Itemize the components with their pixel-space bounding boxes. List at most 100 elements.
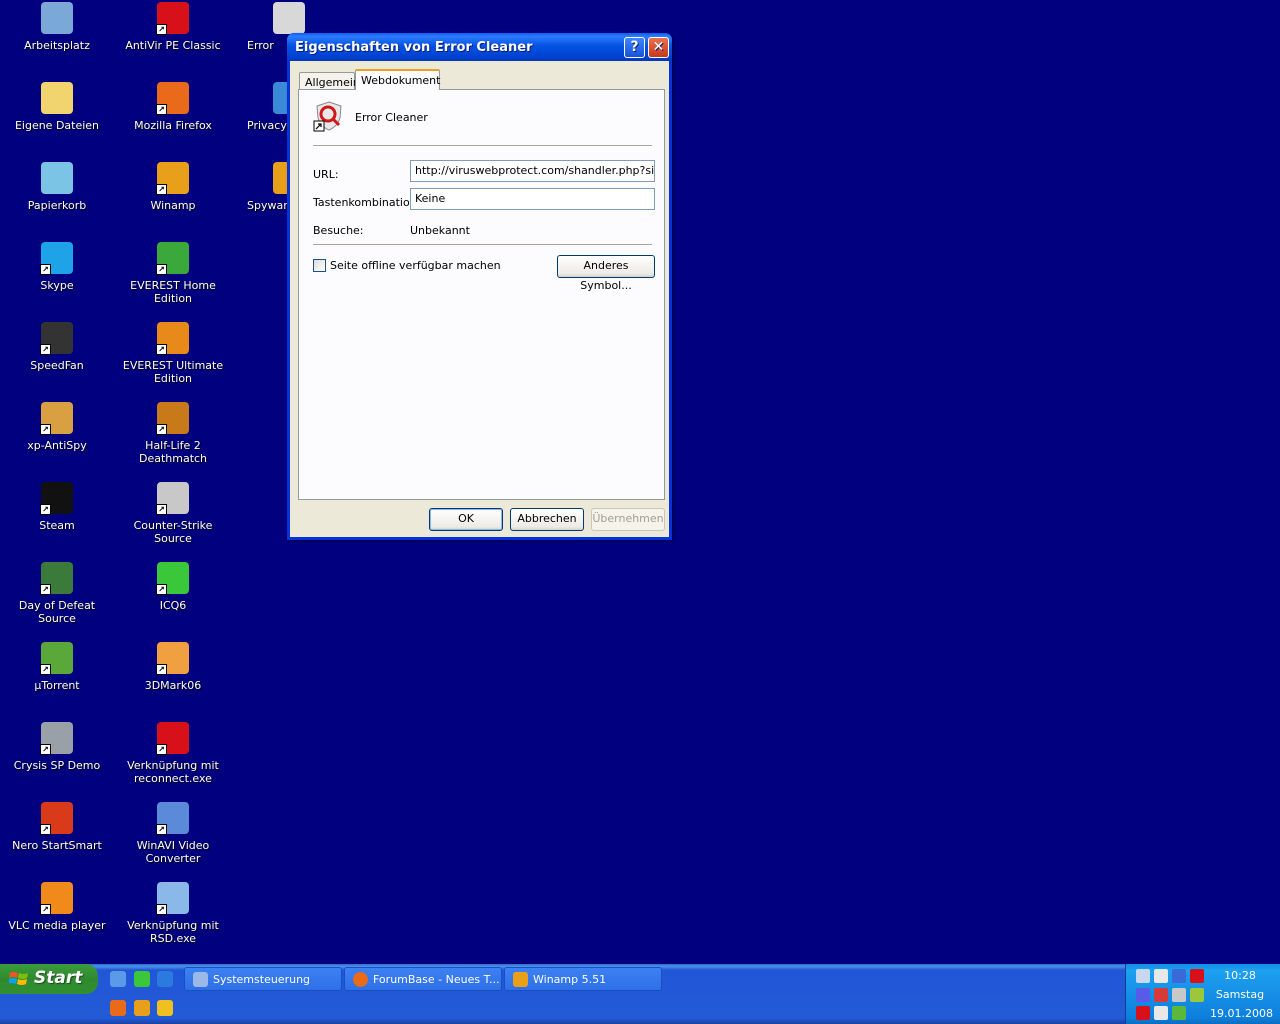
- desktop-shortcut-label: WinAVI Video Converter: [136, 839, 210, 865]
- rsd-icon: ↗: [156, 882, 189, 915]
- desktop-shortcut[interactable]: ↗ Nero StartSmart: [0, 802, 115, 852]
- steam-icon: ↗: [40, 482, 73, 515]
- quicklaunch-ie-icon[interactable]: [157, 971, 173, 987]
- desktop-shortcut[interactable]: ↗ Verknüpfung mit RSD.exe: [115, 882, 231, 945]
- offline-label[interactable]: Seite offline verfügbar machen: [330, 259, 501, 272]
- url-input[interactable]: http://viruswebprotect.com/shandler.php?…: [410, 160, 655, 182]
- shortcut-arrow-icon: ↗: [156, 24, 167, 35]
- desktop-shortcut-label: Half-Life 2 Deathmatch: [138, 439, 208, 465]
- desktop-shortcut[interactable]: ↗ Skype: [0, 242, 115, 292]
- change-icon-button[interactable]: Anderes Symbol...: [557, 255, 655, 292]
- desktop-shortcut[interactable]: ↗ ICQ6: [115, 562, 231, 612]
- zonealarm-icon[interactable]: [1154, 969, 1168, 983]
- help-button[interactable]: ?: [624, 37, 645, 58]
- apply-button[interactable]: Übernehmen: [591, 508, 665, 531]
- tab-webdokument[interactable]: Webdokument: [355, 69, 440, 90]
- desktop-shortcut[interactable]: Eigene Dateien: [0, 82, 115, 132]
- desktop-shortcut[interactable]: ↗ Winamp: [115, 162, 231, 212]
- antivir-tray-icon[interactable]: [1190, 969, 1204, 983]
- desktop-shortcut[interactable]: ↗ VLC media player: [0, 882, 115, 932]
- shortcut-arrow-icon: ↗: [156, 744, 167, 755]
- signal-icon[interactable]: [1136, 988, 1150, 1002]
- shortcut-arrow-icon: ↗: [40, 824, 51, 835]
- error-cleaner-icon: [273, 2, 305, 34]
- tab-allgemein[interactable]: Allgemein: [299, 72, 360, 89]
- desktop-shortcut-label: 3DMark06: [144, 679, 202, 692]
- desktop-shortcut-label: ICQ6: [159, 599, 187, 612]
- quicklaunch-desktop-icon[interactable]: [110, 971, 126, 987]
- v-tray-icon[interactable]: [1136, 1006, 1150, 1020]
- temperature-icon[interactable]: [1172, 969, 1186, 983]
- task-systemsteuerung[interactable]: Systemsteuerung: [184, 967, 342, 991]
- torrent-tray-icon[interactable]: [1172, 1006, 1186, 1020]
- firefox-icon: ↗: [156, 82, 189, 115]
- utorrent-icon: ↗: [40, 642, 73, 675]
- system-tray: 10:28 Samstag 19.01.2008: [1125, 964, 1280, 1024]
- task-forumbase[interactable]: ForumBase - Neues T...: [344, 967, 502, 991]
- steam-tray-icon[interactable]: [1154, 1006, 1168, 1020]
- url-label: URL:: [313, 168, 339, 181]
- speedfan-icon: ↗: [40, 322, 73, 355]
- quicklaunch-firefox-icon[interactable]: [110, 1000, 126, 1016]
- vlc-icon: ↗: [40, 882, 73, 915]
- desktop-shortcut-label: Mozilla Firefox: [134, 119, 212, 132]
- properties-dialog: Eigenschaften von Error Cleaner ? ✕ Allg…: [287, 33, 672, 540]
- desktop-shortcut-label: Skype: [40, 279, 74, 292]
- desktop-shortcut[interactable]: ↗ Mozilla Firefox: [115, 82, 231, 132]
- desktop-shortcut[interactable]: ↗ xp-AntiSpy: [0, 402, 115, 452]
- counter-strike-icon: ↗: [156, 482, 189, 515]
- desktop-shortcut-label: EVEREST Ultimate Edition: [122, 359, 224, 385]
- desktop-shortcut[interactable]: ↗ Counter-Strike Source: [115, 482, 231, 545]
- quicklaunch-media-icon[interactable]: [157, 1000, 173, 1016]
- desktop-shortcut[interactable]: ↗ Steam: [0, 482, 115, 532]
- computer-icon: [41, 2, 73, 34]
- desktop-shortcut[interactable]: ↗ Half-Life 2 Deathmatch: [115, 402, 231, 465]
- cancel-button[interactable]: Abbrechen: [510, 508, 584, 531]
- task-winamp[interactable]: Winamp 5.51: [504, 967, 662, 991]
- shortcut-arrow-icon: ↗: [40, 344, 51, 355]
- desktop-shortcut[interactable]: Papierkorb: [0, 162, 115, 212]
- taskbar: Start Systemsteuerung ForumBase - Neues …: [0, 964, 1280, 1024]
- desktop-shortcut-label: Error: [247, 39, 274, 52]
- desktop-shortcut[interactable]: ↗ Crysis SP Demo: [0, 722, 115, 772]
- shortcut-input[interactable]: Keine: [410, 188, 655, 210]
- close-button[interactable]: ✕: [648, 37, 669, 58]
- desktop-shortcut-label: Arbeitsplatz: [24, 39, 90, 52]
- quicklaunch-winamp-icon[interactable]: [134, 1000, 150, 1016]
- desktop-shortcut-label: Counter-Strike Source: [133, 519, 213, 545]
- desktop-shortcut[interactable]: ↗ SpeedFan: [0, 322, 115, 372]
- desktop-shortcut-label: Winamp: [150, 199, 196, 212]
- desktop-shortcut-label: EVEREST Home Edition: [130, 279, 216, 305]
- dialog-titlebar[interactable]: Eigenschaften von Error Cleaner ? ✕: [287, 33, 672, 61]
- start-button[interactable]: Start: [0, 964, 98, 994]
- desktop-shortcut[interactable]: ↗ AntiVir PE Classic: [115, 2, 231, 52]
- network-icon[interactable]: [1136, 969, 1150, 983]
- icq-icon: ↗: [156, 562, 189, 595]
- volume-icon[interactable]: [1172, 988, 1186, 1002]
- clock-day[interactable]: Samstag: [1210, 988, 1270, 1001]
- shortcut-arrow-icon: ↗: [156, 424, 167, 435]
- desktop-shortcut-label: Crysis SP Demo: [13, 759, 101, 772]
- desktop-shortcut[interactable]: ↗ 3DMark06: [115, 642, 231, 692]
- desktop-shortcut[interactable]: ↗ EVEREST Home Edition: [115, 242, 231, 305]
- documents-folder-icon: [41, 82, 73, 114]
- desktop-shortcut[interactable]: ↗ Day of Defeat Source: [0, 562, 115, 625]
- desktop-shortcut[interactable]: ↗ EVEREST Ultimate Edition: [115, 322, 231, 385]
- desktop-shortcut-label: AntiVir PE Classic: [125, 39, 221, 52]
- clock-date[interactable]: 19.01.2008: [1210, 1007, 1273, 1020]
- visits-label: Besuche:: [313, 224, 364, 237]
- desktop-shortcut-label: Verknüpfung mit reconnect.exe: [127, 759, 219, 785]
- shortcut-arrow-icon: ↗: [156, 904, 167, 915]
- ok-button[interactable]: OK: [429, 508, 503, 531]
- clock-time[interactable]: 10:28: [1210, 969, 1270, 982]
- desktop-shortcut[interactable]: Arbeitsplatz: [0, 2, 115, 52]
- security-tray-icon[interactable]: [1154, 988, 1168, 1002]
- desktop-shortcut[interactable]: ↗ Verknüpfung mit reconnect.exe: [115, 722, 231, 785]
- desktop-shortcut[interactable]: ↗ µTorrent: [0, 642, 115, 692]
- task-label: ForumBase - Neues T...: [373, 973, 500, 986]
- quicklaunch-icq-icon[interactable]: [134, 971, 150, 987]
- offline-checkbox[interactable]: [313, 259, 326, 272]
- nvidia-icon[interactable]: [1190, 988, 1204, 1002]
- desktop-shortcut[interactable]: ↗ WinAVI Video Converter: [115, 802, 231, 865]
- shortcut-label: Tastenkombination:: [313, 196, 421, 209]
